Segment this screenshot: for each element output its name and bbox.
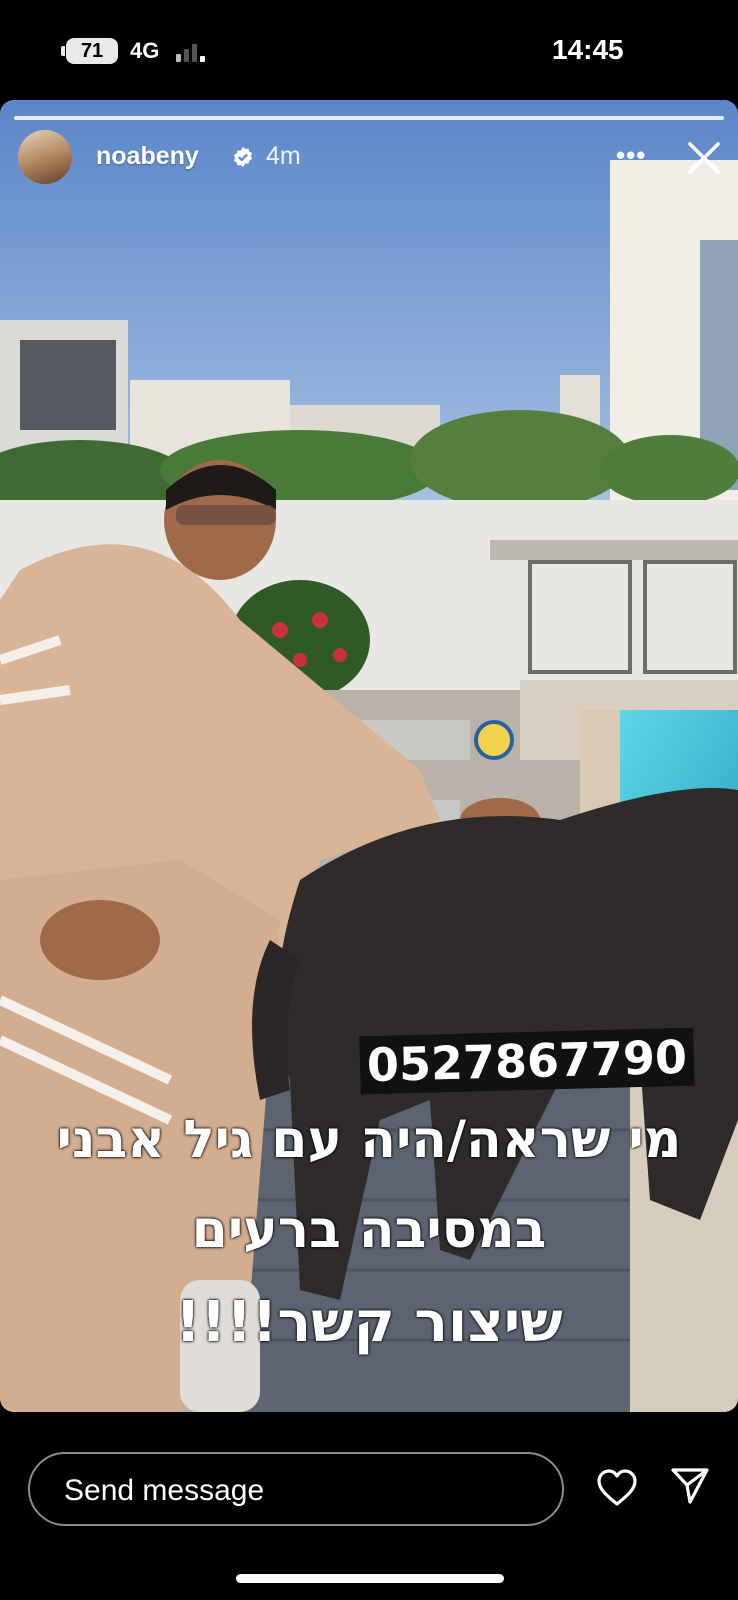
heart-icon[interactable] [596,1468,638,1508]
story-header: noabeny 4m ••• [18,130,720,186]
post-time: 4m [266,142,301,170]
more-dots-icon[interactable]: ••• [616,140,646,171]
status-bar: 71 4G 14:45 [0,0,738,100]
close-icon[interactable] [684,138,724,178]
avatar[interactable] [18,130,72,184]
send-arrow-icon[interactable] [670,1466,710,1506]
home-indicator [236,1574,504,1583]
phone-number: 0527867790 [366,1029,688,1093]
battery-indicator: 71 [61,38,118,64]
send-message-placeholder: Send message [64,1474,265,1507]
caption-line-2: במסיבה ברעים [191,1200,547,1260]
status-clock: 14:45 [552,34,624,65]
caption-line-3: שיצור קשר!!!! [175,1290,563,1355]
caption-line-1: מי שראה/היה עם גיל אבני [56,1110,682,1170]
network-type: 4G [130,38,160,63]
send-message-input[interactable]: Send message [28,1452,564,1526]
phone-number-sticker: 0527867790 [359,1027,695,1095]
story-progress-bar [14,116,724,120]
verified-badge-icon [233,146,253,168]
signal-strength-icon [176,38,216,62]
username[interactable]: noabeny [96,142,199,171]
story-viewer[interactable]: noabeny 4m ••• 0527867790 מי שראה/היה עם… [0,100,738,1412]
